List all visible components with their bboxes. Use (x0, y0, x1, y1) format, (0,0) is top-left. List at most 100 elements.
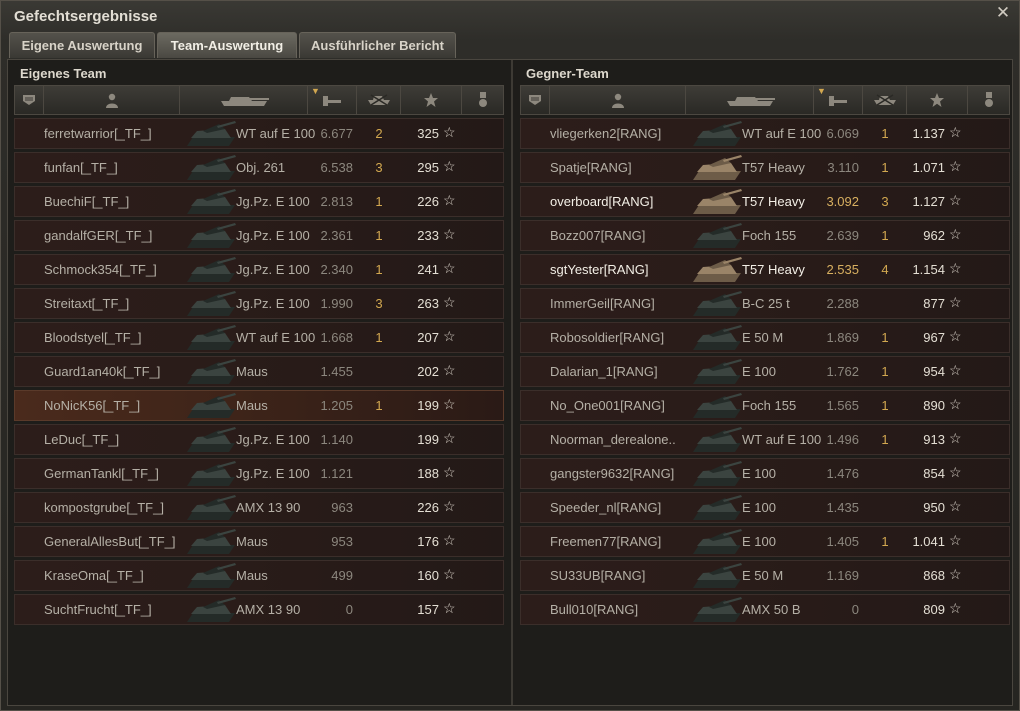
player-row[interactable]: No_One001[RANG] Foch 155 1.565 1 890 ☆ (520, 390, 1010, 421)
player-name: Streitaxt[_TF_] (44, 296, 130, 311)
damage-value: 2.361 (320, 228, 353, 243)
player-row[interactable]: GeneralAllesBut[_TF_] Maus 953 176 ☆ (14, 526, 504, 557)
damage-value: 1.121 (320, 466, 353, 481)
xp-star-icon[interactable] (401, 86, 462, 114)
player-name: LeDuc[_TF_] (44, 432, 120, 447)
player-row[interactable]: Schmock354[_TF_] Jg.Pz. E 100 2.340 1 241 ☆ (14, 254, 504, 285)
player-row[interactable]: GermanTankl[_TF_] Jg.Pz. E 100 1.121 188 ☆ (14, 458, 504, 489)
sort-arrow-icon: ▼ (311, 86, 320, 96)
player-row[interactable]: KraseOma[_TF_] Maus 499 160 ☆ (14, 560, 504, 591)
damage-value: 1.668 (320, 330, 353, 345)
xp-star-icon: ☆ (949, 396, 962, 412)
xp-star-icon: ☆ (443, 260, 456, 276)
xp-star-icon: ☆ (949, 158, 962, 174)
player-row[interactable]: vliegerken2[RANG] WT auf E 100 6.069 1 1.137… (520, 118, 1010, 149)
damage-value: 3.110 (827, 160, 859, 175)
player-icon[interactable] (44, 86, 180, 114)
enemy-team-panel: Gegner-Team ▼ vliegerken2[RANG] WT auf E… (514, 60, 1012, 705)
enemy-team-title: Gegner-Team (526, 66, 609, 81)
damage-value: 2.288 (826, 296, 859, 311)
tab-team-auswertung[interactable]: Team-Auswertung (157, 32, 297, 58)
player-row[interactable]: gangster9632[RANG] E 100 1.476 854 ☆ (520, 458, 1010, 489)
sort-arrow-icon: ▼ (817, 86, 826, 96)
player-row[interactable]: overboard[RANG] T57 Heavy 3.092 3 1.127 ☆ (520, 186, 1010, 217)
tank-thumbnail-icon (187, 461, 236, 486)
player-name: Spatje[RANG] (550, 160, 632, 175)
damage-value: 1.762 (826, 364, 859, 379)
player-row[interactable]: Spatje[RANG] T57 Heavy 3.110 1 1.071 ☆ (520, 152, 1010, 183)
player-row[interactable]: Streitaxt[_TF_] Jg.Pz. E 100 1.990 3 263 ☆ (14, 288, 504, 319)
tank-icon[interactable] (686, 86, 814, 114)
xp-value: 241 (417, 262, 439, 277)
xp-value: 1.154 (912, 262, 945, 277)
player-name: gandalfGER[_TF_] (44, 228, 153, 243)
tab-ausfuehrlicher-bericht[interactable]: Ausführlicher Bericht (299, 32, 456, 58)
player-row[interactable]: funfan[_TF_] Obj. 261 6.538 3 295 ☆ (14, 152, 504, 183)
player-name: Speeder_nl[RANG] (550, 500, 662, 515)
kills-icon[interactable] (863, 86, 907, 114)
player-row[interactable]: Bozz007[RANG] Foch 155 2.639 1 962 ☆ (520, 220, 1010, 251)
damage-icon[interactable]: ▼ (814, 86, 863, 114)
xp-star-icon: ☆ (443, 566, 456, 582)
player-row[interactable]: Bloodstyel[_TF_] WT auf E 100 1.668 1 207 ☆ (14, 322, 504, 353)
xp-value: 295 (417, 160, 439, 175)
player-row[interactable]: BuechiF[_TF_] Jg.Pz. E 100 2.813 1 226 ☆ (14, 186, 504, 217)
player-row[interactable]: Robosoldier[RANG] E 50 M 1.869 1 967 ☆ (520, 322, 1010, 353)
xp-value: 202 (417, 364, 439, 379)
medal-icon[interactable] (462, 86, 503, 114)
tab-eigene-auswertung[interactable]: Eigene Auswertung (9, 32, 155, 58)
player-row[interactable]: Guard1an40k[_TF_] Maus 1.455 202 ☆ (14, 356, 504, 387)
player-name: ferretwarrior[_TF_] (44, 126, 152, 141)
kills-value: 1 (375, 228, 383, 243)
close-icon[interactable]: ✕ (995, 4, 1011, 21)
player-row[interactable]: kompostgrube[_TF_] AMX 13 90 963 226 ☆ (14, 492, 504, 523)
player-name: Guard1an40k[_TF_] (44, 364, 161, 379)
tank-icon[interactable] (180, 86, 308, 114)
xp-value: 890 (923, 398, 945, 413)
tank-thumbnail-icon (187, 257, 236, 282)
platoon-icon[interactable] (15, 86, 44, 114)
damage-value: 1.205 (320, 398, 353, 413)
xp-star-icon: ☆ (949, 566, 962, 582)
medal-icon[interactable] (968, 86, 1009, 114)
kills-value: 1 (881, 432, 889, 447)
damage-value: 1.169 (826, 568, 859, 583)
platoon-icon[interactable] (521, 86, 550, 114)
xp-value: 913 (923, 432, 945, 447)
xp-value: 263 (417, 296, 439, 311)
xp-star-icon: ☆ (949, 192, 962, 208)
xp-value: 325 (417, 126, 439, 141)
player-row[interactable]: ferretwarrior[_TF_] WT auf E 100 6.677 2 325… (14, 118, 504, 149)
tank-thumbnail-icon (693, 223, 742, 248)
xp-value: 809 (923, 602, 945, 617)
player-row[interactable]: Dalarian_1[RANG] E 100 1.762 1 954 ☆ (520, 356, 1010, 387)
player-row[interactable]: Speeder_nl[RANG] E 100 1.435 950 ☆ (520, 492, 1010, 523)
player-name: No_One001[RANG] (550, 398, 665, 413)
kills-value: 1 (375, 262, 383, 277)
player-row[interactable]: sgtYester[RANG] T57 Heavy 2.535 4 1.154 ☆ (520, 254, 1010, 285)
damage-icon[interactable]: ▼ (308, 86, 357, 114)
damage-value: 1.405 (826, 534, 859, 549)
player-row[interactable]: NoNicK56[_TF_] Maus 1.205 1 199 ☆ (14, 390, 504, 421)
player-row[interactable]: ImmerGeil[RANG] B-C 25 t 2.288 877 ☆ (520, 288, 1010, 319)
kills-icon[interactable] (357, 86, 401, 114)
player-icon[interactable] (550, 86, 686, 114)
xp-value: 207 (417, 330, 439, 345)
player-row[interactable]: Noorman_derealone.. WT auf E 100 1.496 1 913… (520, 424, 1010, 455)
player-row[interactable]: SU33UB[RANG] E 50 M 1.169 868 ☆ (520, 560, 1010, 591)
tank-thumbnail-icon (693, 393, 742, 418)
xp-value: 176 (417, 534, 439, 549)
player-row[interactable]: Freemen77[RANG] E 100 1.405 1 1.041 ☆ (520, 526, 1010, 557)
kills-value: 1 (881, 126, 889, 141)
xp-value: 226 (417, 194, 439, 209)
player-row[interactable]: Bull010[RANG] AMX 50 B 0 809 ☆ (520, 594, 1010, 625)
kills-value: 1 (881, 398, 889, 413)
xp-star-icon[interactable] (907, 86, 968, 114)
player-name: SuchtFrucht[_TF_] (44, 602, 152, 617)
xp-star-icon: ☆ (443, 396, 456, 412)
player-row[interactable]: LeDuc[_TF_] Jg.Pz. E 100 1.140 199 ☆ (14, 424, 504, 455)
player-name: Bozz007[RANG] (550, 228, 646, 243)
player-row[interactable]: gandalfGER[_TF_] Jg.Pz. E 100 2.361 1 233 ☆ (14, 220, 504, 251)
xp-star-icon: ☆ (949, 124, 962, 140)
player-row[interactable]: SuchtFrucht[_TF_] AMX 13 90 0 157 ☆ (14, 594, 504, 625)
